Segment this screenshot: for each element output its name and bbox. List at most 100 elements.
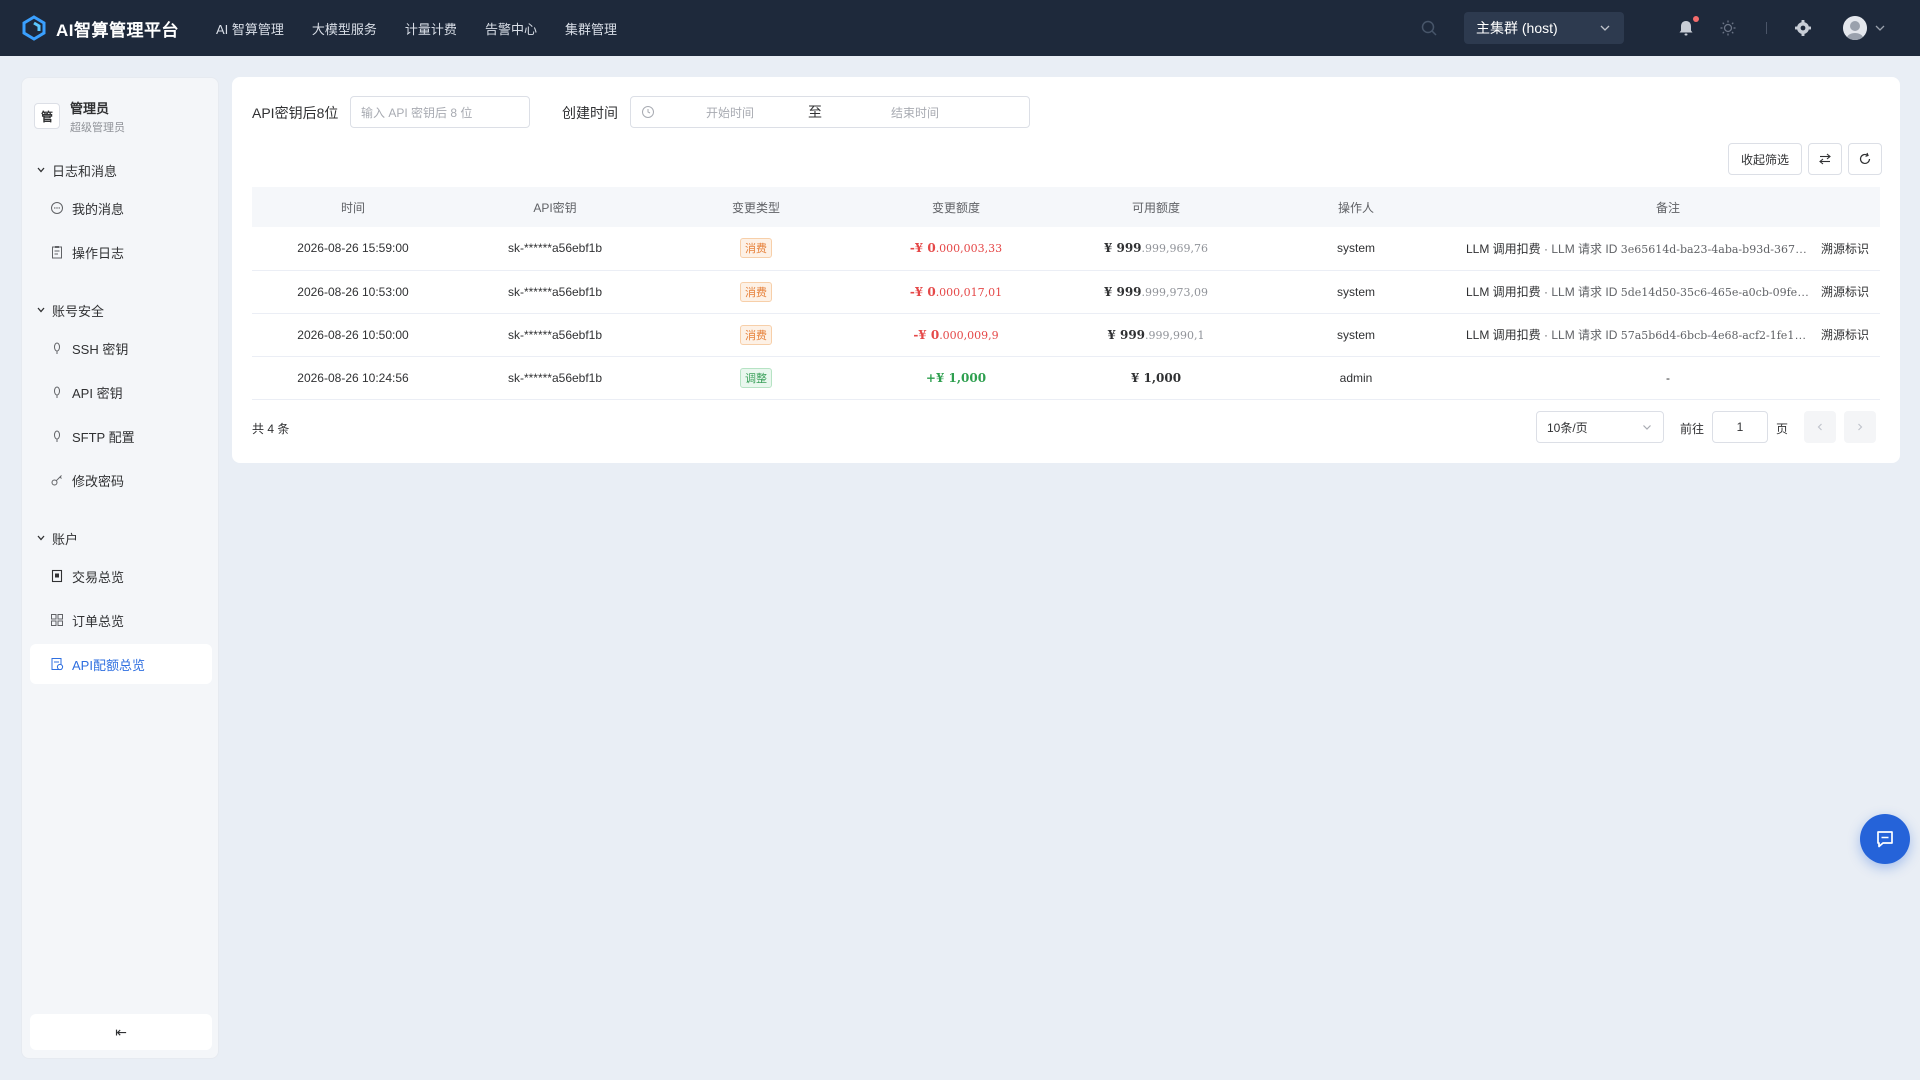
sidebar-item-change-password[interactable]: 修改密码 [30,460,212,500]
remark-label: LLM 调用扣费 [1466,285,1541,299]
cell-api-key: sk-******a56ebf1b [507,241,603,256]
column-settings-button[interactable] [1808,143,1842,175]
collapse-filter-button[interactable]: 收起筛选 [1728,143,1802,175]
sidebar-item-label: API配额总览 [72,657,145,673]
range-separator: 至 [808,104,822,120]
column-header-available[interactable]: 可用额度 [1056,187,1256,227]
chat-icon [1877,831,1893,848]
cell-api-key: sk-******a56ebf1b [507,370,603,385]
sidebar-item-orders[interactable]: 订单总览 [30,600,212,640]
key-icon [54,430,60,442]
total-count: 共 4 条 [252,422,290,436]
user-avatar[interactable] [1843,16,1867,40]
remark-label: LLM 调用扣费 [1466,241,1541,256]
cell-remark: - [1666,370,1670,385]
amount-int: 999 [1119,327,1146,342]
user-role: 超级管理员 [70,121,125,134]
nav-cluster[interactable]: 集群管理 [565,19,617,38]
logo-icon [22,15,46,41]
nav-ai-compute[interactable]: AI 智算管理 [216,19,284,38]
sidebar-item-sftp-config[interactable]: SFTP 配置 [30,416,212,456]
menu-group-logs[interactable]: 日志和消息 [22,160,117,180]
search-icon[interactable] [1420,19,1438,37]
amount-int: 999 [1116,241,1142,256]
nav-llm-service[interactable]: 大模型服务 [312,19,377,38]
amount-int: 0 [927,284,936,299]
remark-text: LLM 调用扣费 · LLM 请求 ID 3e65614d-ba23-4aba-… [1466,240,1811,257]
remark-text: LLM 调用扣费 · LLM 请求 ID 5de14d50-35c6-465e-… [1466,283,1811,300]
date-range-picker[interactable]: 开始时间 至 结束时间 [630,96,1030,128]
nav-alert-center[interactable]: 告警中心 [485,19,537,38]
cell-time: 2026-08-26 10:53:00 [297,284,409,299]
amount-frac: .000,017,01 [935,285,1003,299]
column-header-time[interactable]: 时间 [252,187,454,227]
cell-remark: LLM 调用扣费 · LLM 请求 ID 3e65614d-ba23-4aba-… [1456,227,1880,270]
cell-time: 2026-08-26 10:24:56 [297,370,409,385]
table-row[interactable]: 2026-08-26 15:59:00 sk-******a56ebf1b 消费… [252,227,1880,270]
table-row[interactable]: 2026-08-26 10:24:56 sk-******a56ebf1b 调整… [252,356,1880,399]
amount-frac: .000,003,33 [935,242,1003,256]
nav-billing[interactable]: 计量计费 [405,19,457,38]
app-logo[interactable]: AI智算管理平台 [20,14,200,42]
page-size-select[interactable]: 10条/页 [1536,411,1664,443]
api-key-input[interactable]: 输入 API 密钥后 8 位 [350,96,530,128]
menu-group-security[interactable]: 账号安全 [22,300,104,320]
refresh-button[interactable] [1848,143,1882,175]
remark-detail: · LLM 请求 ID [1540,241,1621,256]
cell-operator: system [1336,241,1375,256]
trace-link[interactable]: 溯源标识 [1821,285,1869,299]
menu-group-account[interactable]: 账户 [22,528,78,548]
sidebar-item-operation-log[interactable]: 操作日志 [30,232,212,272]
currency-sign: -¥ [909,284,928,299]
cell-available: ¥ 999.999,969,76 [1056,227,1256,270]
remark-text: LLM 调用扣费 · LLM 请求 ID 57a5b6d4-6bcb-4e68-… [1466,326,1811,343]
sidebar-item-label: 订单总览 [72,613,125,629]
table-row[interactable]: 2026-08-26 10:50:00 sk-******a56ebf1b 消费… [252,313,1880,356]
sidebar-item-transactions[interactable]: 交易总览 [30,556,212,596]
table-header-row: 时间 API密钥 变更类型 变更额度 可用额度 操作人 备注 [252,187,1880,227]
column-header-operator[interactable]: 操作人 [1256,187,1456,227]
currency-sign: ¥ [1103,241,1117,256]
start-time-placeholder[interactable]: 开始时间 [655,104,805,121]
amount-int: 1,000 [1143,370,1182,385]
sidebar: 管 管理员 超级管理员 日志和消息 我的消息 操作日志 账号安全 SSH 密钥 … [21,77,219,1059]
amount-frac: .999,990,1 [1145,328,1205,342]
menu-group-label: 日志和消息 [52,163,118,179]
cluster-select[interactable]: 主集群 (host) [1464,12,1624,44]
sidebar-item-label: SFTP 配置 [72,429,135,445]
amount-int: 1,000 [948,370,987,385]
column-header-remark[interactable]: 备注 [1456,187,1880,227]
user-badge: 管 [34,103,60,129]
theme-sun-icon[interactable] [1718,18,1738,38]
cell-time: 2026-08-26 15:59:00 [297,241,409,256]
currency-sign: ¥ [1103,284,1117,299]
table-row[interactable]: 2026-08-26 10:53:00 sk-******a56ebf1b 消费… [252,270,1880,313]
amount-int: 0 [930,327,940,342]
next-page-button[interactable] [1844,411,1876,443]
sidebar-item-api-quota[interactable]: API配额总览 [30,644,212,684]
sidebar-item-ssh-key[interactable]: SSH 密钥 [30,328,212,368]
change-type-tag: 消费 [740,324,772,345]
collapse-sidebar-button[interactable]: ⇤ [30,1014,212,1050]
trace-link[interactable]: 溯源标识 [1821,242,1869,256]
column-header-change-amount[interactable]: 变更额度 [856,187,1056,227]
chat-support-button[interactable] [1860,814,1910,864]
column-header-api-key[interactable]: API密钥 [454,187,656,227]
change-type-tag: 消费 [740,238,772,259]
chevron-down-icon[interactable] [1873,21,1887,35]
sidebar-item-api-key[interactable]: API 密钥 [30,372,212,412]
prev-page-button[interactable] [1804,411,1836,443]
cell-available: ¥ 999.999,973,09 [1056,270,1256,313]
amount-frac: .999,969,76 [1141,242,1209,256]
currency-sign: -¥ [913,327,931,342]
chevron-down-icon [37,307,45,313]
end-time-placeholder[interactable]: 结束时间 [825,104,1005,121]
goto-page-input[interactable]: 1 [1712,411,1768,443]
quota-report-icon [51,658,64,671]
main-nav: AI 智算管理 大模型服务 计量计费 告警中心 集群管理 [216,19,645,38]
trace-link[interactable]: 溯源标识 [1821,328,1869,342]
main-panel: API密钥后8位 输入 API 密钥后 8 位 创建时间 开始时间 至 结束时间… [232,77,1900,463]
gear-icon[interactable] [1793,18,1813,38]
column-header-change-type[interactable]: 变更类型 [656,187,856,227]
sidebar-item-my-messages[interactable]: 我的消息 [30,188,212,228]
